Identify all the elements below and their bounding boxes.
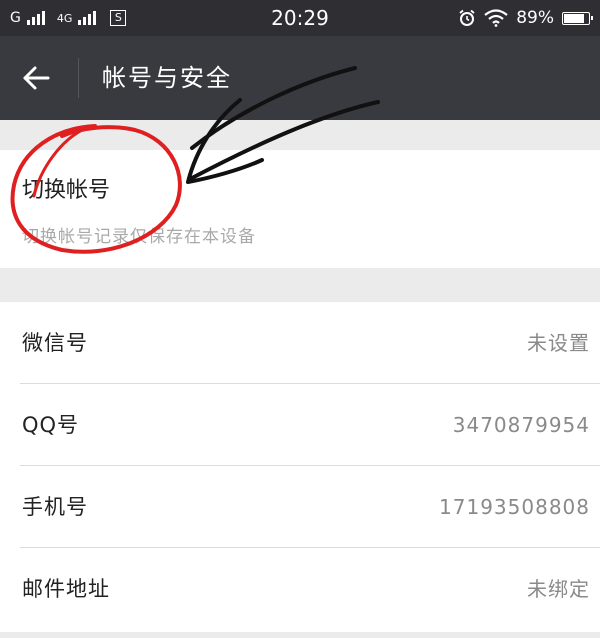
title-divider bbox=[78, 58, 79, 98]
status-bar: G 4G S 20:29 89% bbox=[0, 0, 600, 36]
alarm-icon bbox=[459, 9, 475, 26]
battery-fill bbox=[564, 13, 584, 23]
switch-account-item[interactable] bbox=[0, 150, 600, 268]
wechat-id-label: 微信号 bbox=[22, 331, 88, 355]
email-address-label: 邮件地址 bbox=[22, 577, 110, 601]
email-address-value: 未绑定 bbox=[527, 577, 590, 601]
status-right: 89% bbox=[458, 0, 593, 36]
page-title: 帐号与安全 bbox=[102, 64, 232, 92]
phone-number-value: 17193508808 bbox=[439, 495, 590, 519]
qq-number-label: QQ号 bbox=[22, 413, 80, 437]
title-bar: 帐号与安全 bbox=[0, 36, 600, 120]
email-address-row[interactable]: 邮件地址 未绑定 bbox=[0, 548, 600, 630]
switch-account-title: 切换帐号 bbox=[22, 178, 111, 203]
wechat-id-value: 未设置 bbox=[527, 331, 590, 355]
back-arrow-icon[interactable] bbox=[16, 58, 56, 98]
account-info-list: 微信号 未设置 QQ号 3470879954 手机号 17193508808 邮… bbox=[0, 302, 600, 632]
switch-account-description: 切换帐号记录仅保存在本设备 bbox=[22, 227, 256, 247]
wifi-icon bbox=[484, 9, 508, 27]
battery-percent: 89% bbox=[516, 8, 554, 28]
phone-number-row[interactable]: 手机号 17193508808 bbox=[0, 466, 600, 548]
qq-number-value: 3470879954 bbox=[452, 413, 590, 437]
qq-number-row[interactable]: QQ号 3470879954 bbox=[0, 384, 600, 466]
battery-icon bbox=[562, 11, 593, 25]
wechat-id-row[interactable]: 微信号 未设置 bbox=[0, 302, 600, 384]
phone-number-label: 手机号 bbox=[22, 495, 88, 519]
